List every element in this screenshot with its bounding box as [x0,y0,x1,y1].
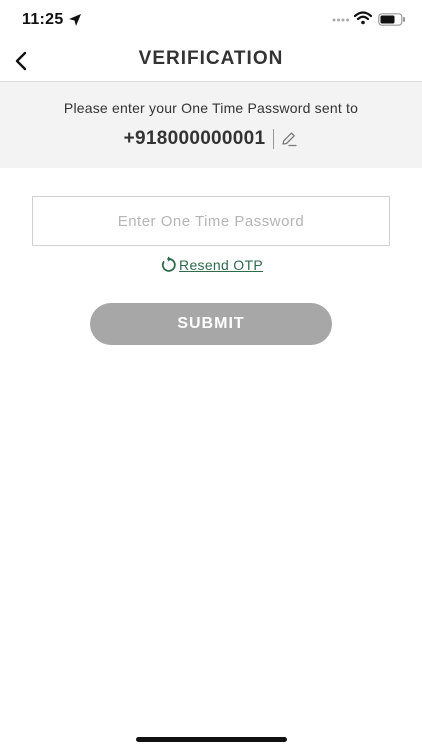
phone-row: +918000000001 [0,128,422,150]
vertical-divider [273,129,275,149]
phone-number: +918000000001 [123,128,266,149]
status-bar: 11:25 [0,0,422,40]
otp-input[interactable] [32,196,390,246]
wifi-icon [354,11,372,25]
otp-info-panel: Please enter your One Time Password sent… [0,82,422,168]
otp-sent-message: Please enter your One Time Password sent… [63,100,359,116]
navigation-bar: VERIFICATION [0,40,422,82]
edit-pencil-icon[interactable] [280,130,298,148]
home-indicator [136,737,287,742]
battery-icon [378,13,405,26]
status-time: 11:25 [22,11,64,28]
submit-button[interactable]: SUBMIT [90,303,332,345]
page-title: VERIFICATION [138,48,284,69]
resend-otp-label[interactable]: Resend OTP [179,257,263,273]
location-arrow-icon [69,14,81,26]
refresh-icon [162,256,176,272]
cellular-signal-icon [332,18,349,22]
resend-otp-link[interactable]: Resend OTP [0,256,422,274]
